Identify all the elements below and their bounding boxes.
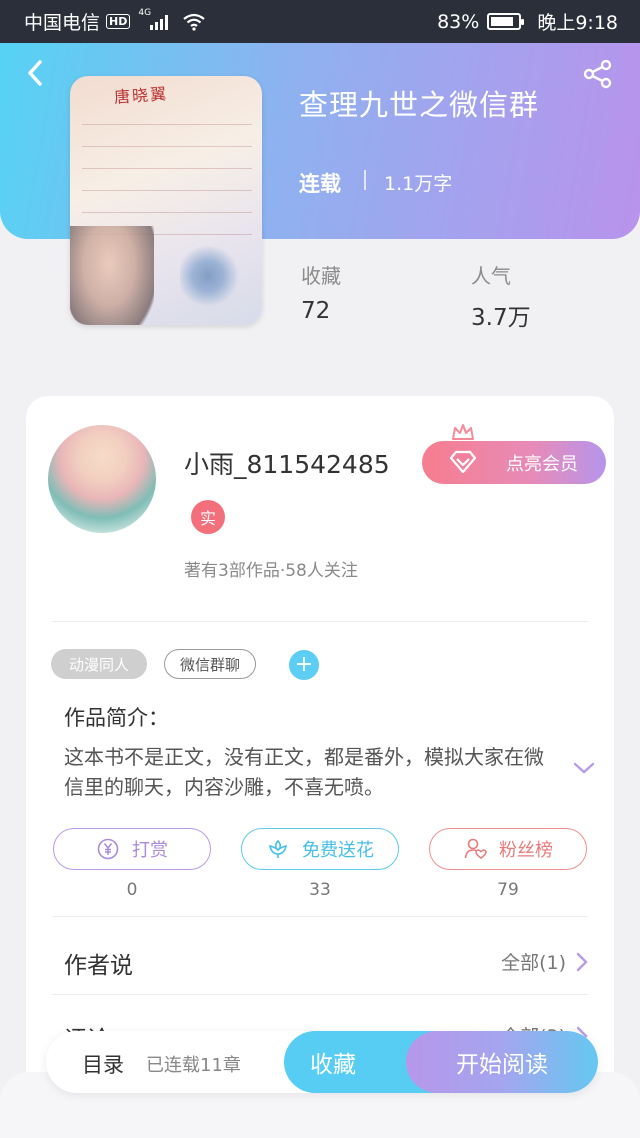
verified-badge: 实 (191, 500, 225, 534)
hd-badge: HD (106, 14, 131, 29)
bottom-action-bar: 目录 已连载11章 收藏 开始阅读 (46, 1031, 598, 1093)
popularity-label: 人气 (471, 264, 511, 288)
favorites-label: 收藏 (301, 264, 341, 288)
author-meta: 著有3部作品·58人关注 (184, 561, 358, 581)
fan-ranking-button[interactable]: 粉丝榜 (429, 828, 587, 870)
signal-icon: 4G (138, 8, 169, 30)
chevron-right-icon (576, 952, 588, 971)
back-arrow-icon[interactable] (24, 58, 46, 88)
clock: 晚上9:18 (537, 12, 618, 34)
book-cover[interactable]: 唐晓翼 (70, 76, 262, 325)
chapter-count: 已连载11章 (146, 1055, 241, 1076)
serial-status: 连载 (299, 172, 341, 196)
author-says-all-label: 全部(1) (501, 952, 566, 974)
author-name[interactable]: 小雨_811542485 (184, 445, 390, 481)
crown-icon (452, 424, 474, 440)
fan-heart-icon (464, 838, 487, 859)
tag-wechat-group[interactable]: 微信群聊 (164, 649, 256, 679)
add-tag-button[interactable]: + (289, 650, 319, 680)
battery-percent: 83% (437, 10, 480, 33)
divider (52, 994, 588, 995)
battery-icon (487, 13, 525, 30)
vip-button-label: 点亮会员 (506, 453, 578, 475)
toc-button[interactable]: 目录 (82, 1049, 124, 1079)
start-reading-button[interactable]: 开始阅读 (406, 1031, 598, 1093)
popularity-count: 3.7万 (471, 305, 531, 331)
author-says-all-link[interactable]: 全部(1) (501, 948, 588, 975)
send-flower-label: 免费送花 (302, 840, 374, 861)
divider (52, 621, 588, 622)
diamond-icon (449, 450, 477, 474)
favorite-button-label: 收藏 (310, 1052, 356, 1078)
intro-text: 这本书不是正文，没有正文，都是番外，模拟大家在微信里的聊天，内容沙雕，不喜无喷。 (64, 745, 544, 799)
yen-icon (97, 838, 119, 860)
tag-anime[interactable]: 动漫同人 (51, 649, 147, 679)
vip-button[interactable]: 点亮会员 (422, 441, 606, 484)
tip-label: 打赏 (132, 840, 168, 861)
wifi-icon (183, 13, 206, 31)
chevron-down-icon[interactable] (572, 760, 596, 776)
divider (52, 916, 588, 917)
start-reading-label: 开始阅读 (456, 1052, 548, 1078)
author-avatar[interactable] (48, 425, 156, 533)
network-type: 4G (138, 7, 152, 18)
fan-count: 79 (497, 880, 519, 900)
share-icon[interactable] (582, 58, 614, 90)
book-title: 查理九世之微信群 (299, 88, 540, 122)
cover-illustration (70, 226, 154, 325)
status-bar: 中国电信 HD 4G 83% 晚上9:18 (0, 0, 640, 43)
cover-flower-decoration (180, 246, 250, 306)
cover-title-text: 唐晓翼 (113, 84, 169, 107)
flower-count: 33 (309, 880, 331, 900)
favorites-count: 72 (301, 298, 331, 324)
flower-icon (269, 839, 287, 858)
author-says-title: 作者说 (64, 953, 133, 979)
intro-heading: 作品简介： (64, 706, 169, 730)
word-count: 1.1万字 (384, 173, 453, 195)
tip-count: 0 (126, 880, 138, 900)
divider (364, 170, 366, 190)
tip-button[interactable]: 打赏 (53, 828, 211, 870)
send-flower-button[interactable]: 免费送花 (241, 828, 399, 870)
fan-ranking-label: 粉丝榜 (499, 840, 553, 861)
carrier-name: 中国电信 (24, 12, 101, 34)
